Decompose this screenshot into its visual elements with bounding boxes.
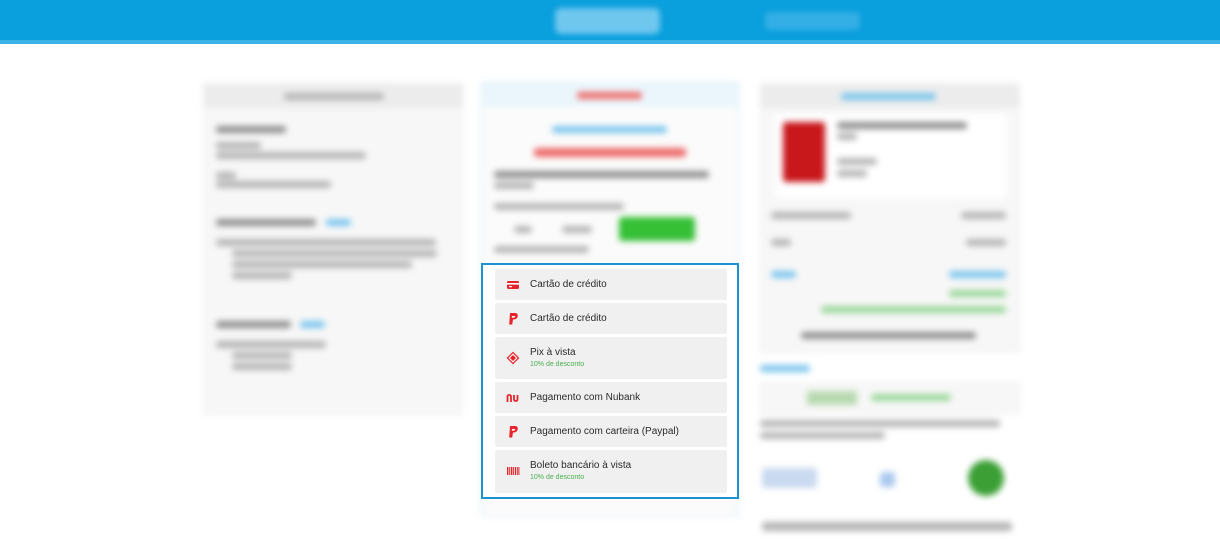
top-header — [0, 0, 1220, 44]
discount-label: 10% de desconto — [530, 474, 585, 481]
product-card — [775, 114, 1007, 198]
payment-option-credit-card-paypal[interactable]: Cartão de crédito — [495, 303, 727, 334]
payment-option-boleto[interactable]: Boleto bancário à vista 10% de desconto — [495, 450, 727, 493]
header-links — [765, 12, 860, 30]
payment-option-label: Boleto bancário à vista — [530, 460, 632, 471]
payment-option-paypal-wallet[interactable]: Pagamento com carteira (Paypal) — [495, 416, 727, 447]
pix-icon — [506, 351, 520, 365]
payment-option-pix[interactable]: Pix à vista 10% de desconto — [495, 337, 727, 379]
payment-option-label: Pagamento com Nubank — [530, 392, 641, 403]
payment-option-credit-card[interactable]: Cartão de crédito — [495, 269, 727, 300]
payment-panel-header — [482, 83, 738, 107]
payment-option-label: Pagamento com carteira (Paypal) — [530, 426, 679, 437]
credit-card-icon — [507, 281, 519, 289]
header-shade — [0, 40, 1220, 44]
nubank-icon — [506, 394, 519, 402]
order-summary-panel — [760, 83, 1020, 353]
paypal-icon — [509, 426, 518, 438]
customer-panel-header — [204, 84, 462, 108]
customer-panel — [203, 83, 463, 415]
payment-option-nubank[interactable]: Pagamento com Nubank — [495, 382, 727, 413]
order-summary-header — [761, 84, 1019, 108]
security-badges — [760, 382, 1020, 414]
payment-option-label: Cartão de crédito — [530, 279, 607, 290]
payment-methods-box: Cartão de crédito Cartão de crédito Pix … — [481, 263, 739, 499]
discount-label: 10% de desconto — [530, 361, 585, 368]
payment-option-label: Pix à vista — [530, 347, 576, 358]
apply-button — [619, 217, 695, 241]
store-logo — [555, 8, 660, 34]
barcode-icon — [507, 467, 520, 475]
product-image — [783, 122, 825, 182]
payment-option-label: Cartão de crédito — [530, 313, 607, 324]
paypal-icon — [509, 313, 518, 325]
